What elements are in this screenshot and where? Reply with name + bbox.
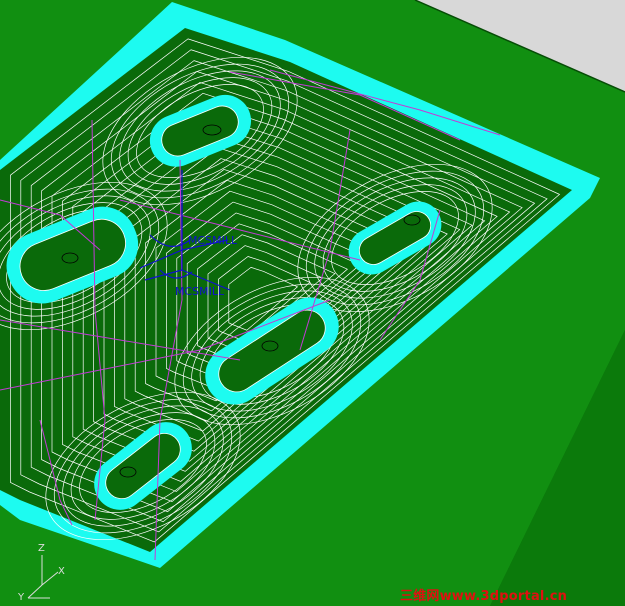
triad-y-label: Y xyxy=(18,592,25,603)
graphics-viewport[interactable]: MCSMILL MCSMILL Z X Y 三维网www.3dportal.cn xyxy=(0,0,625,606)
wcs-label-primary: MCSMILL xyxy=(188,234,238,247)
wcs-label-secondary: MCSMILL xyxy=(175,285,225,298)
triad-z-label: Z xyxy=(38,543,45,554)
toolpath-scene[interactable] xyxy=(0,0,625,606)
watermark-text: 三维网www.3dportal.cn xyxy=(400,589,568,604)
triad-x-label: X xyxy=(58,566,65,577)
